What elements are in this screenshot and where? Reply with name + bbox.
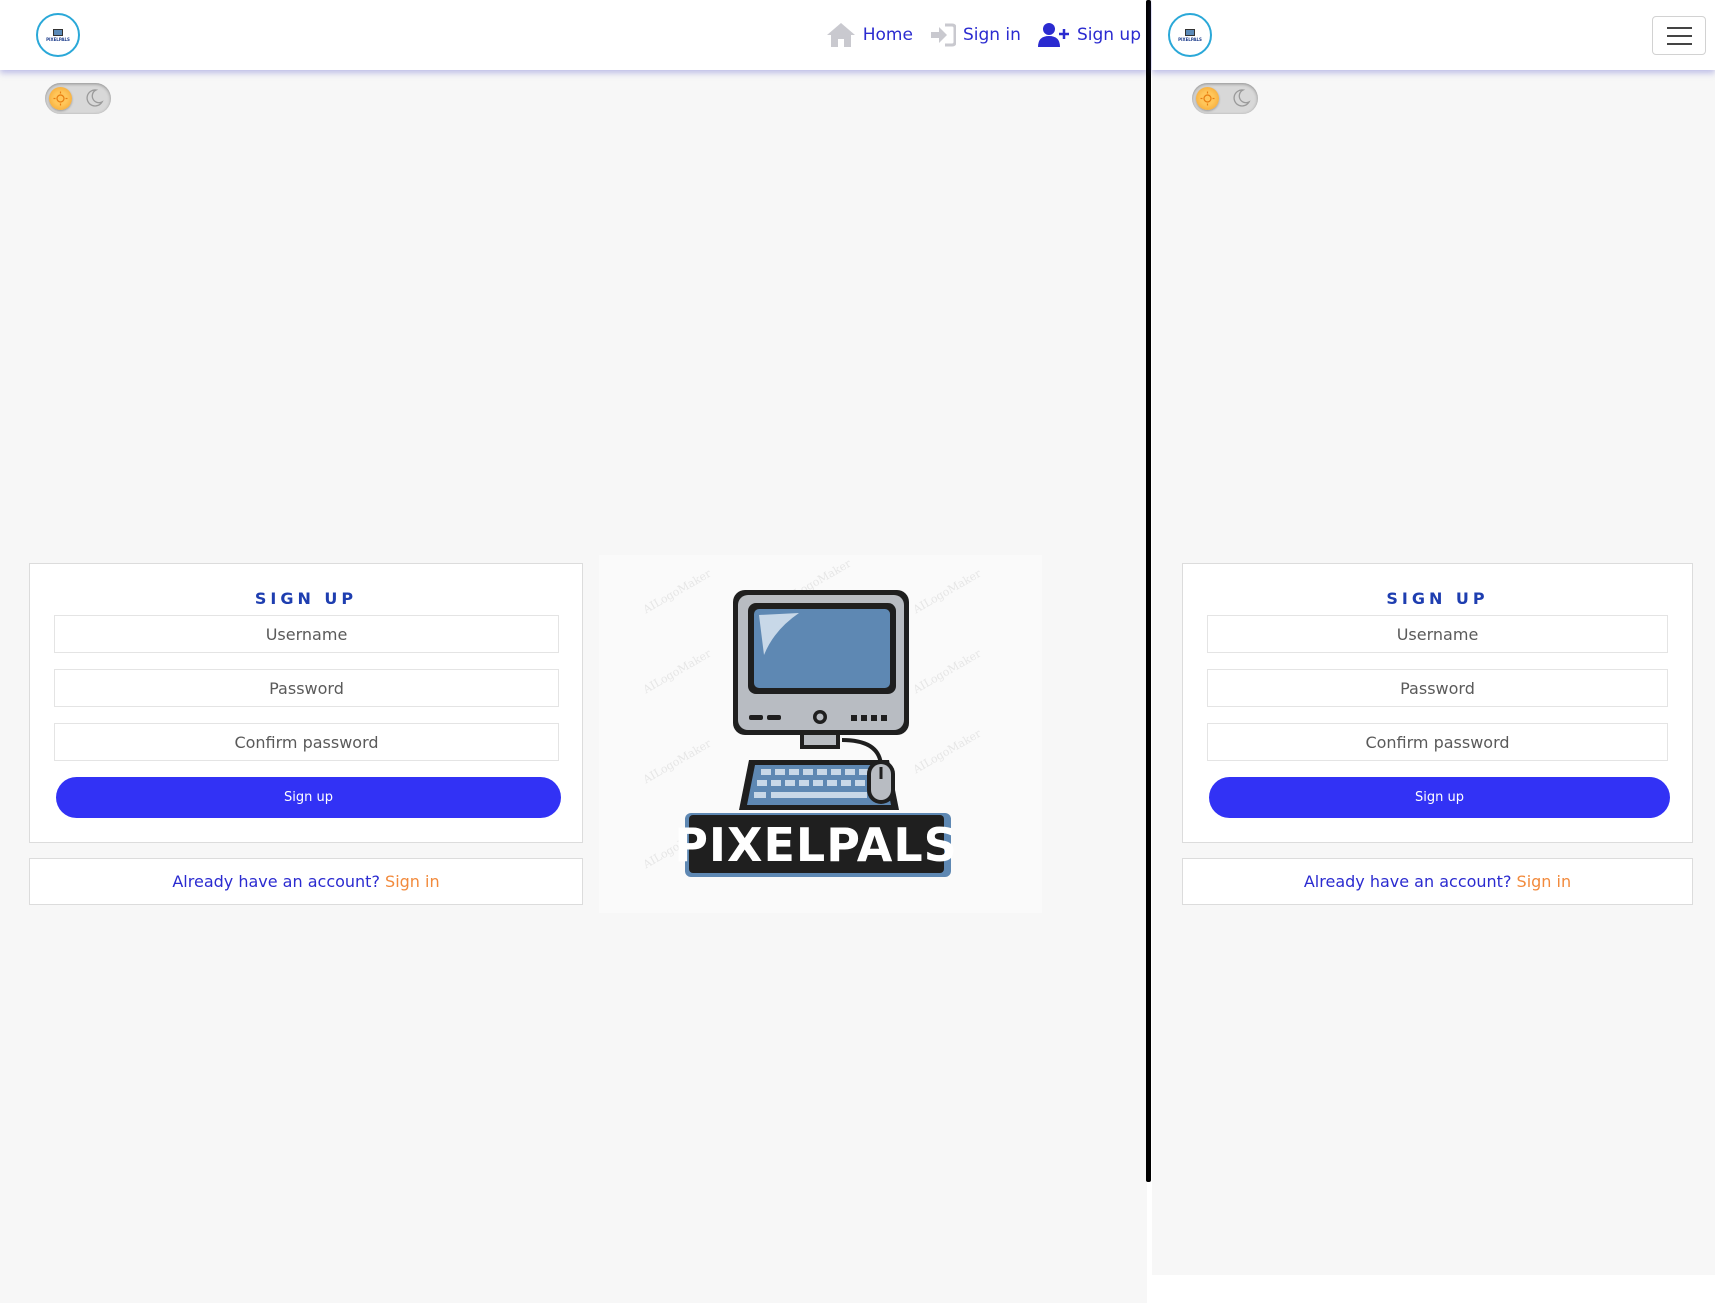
theme-toggle[interactable] — [1192, 83, 1258, 114]
moon-icon — [1233, 89, 1251, 107]
nav-signin-label: Sign in — [962, 25, 1021, 45]
navbar: PIXELPALS Home Sign in Sign up — [0, 0, 1147, 70]
signup-submit-button[interactable]: Sign up — [1209, 777, 1670, 818]
confirm-password-input[interactable] — [54, 723, 559, 761]
nav-home-label: Home — [862, 25, 913, 45]
signup-card: SIGN UP Sign up — [1182, 563, 1693, 843]
moon-icon — [86, 89, 104, 107]
signup-title: SIGN UP — [254, 589, 358, 608]
brand-logo[interactable]: PIXELPALS — [1168, 13, 1212, 57]
brand-logo[interactable]: PIXELPALS — [36, 13, 80, 57]
signin-prompt: Already have an account? Sign in — [1183, 872, 1692, 891]
signin-prompt-card: Already have an account? Sign in — [29, 858, 583, 905]
signup-title: SIGN UP — [1386, 589, 1489, 608]
nav-links: Home Sign in Sign up — [809, 19, 1141, 51]
signin-prompt-text: Already have an account? — [172, 872, 380, 891]
navbar: PIXELPALS — [1152, 0, 1715, 70]
signin-prompt-text: Already have an account? — [1303, 872, 1512, 891]
desktop-view: PIXELPALS Home Sign in Sign up SIGN UP U… — [0, 0, 1147, 1303]
logo-computer-icon — [53, 28, 63, 36]
hamburger-menu-button[interactable] — [1652, 16, 1706, 55]
brand-image: AILogoMaker AILogoMaker AILogoMaker AILo… — [599, 555, 1042, 913]
menu-icon-bar — [1666, 42, 1692, 45]
nav-signin-link[interactable]: Sign in — [930, 23, 1021, 47]
sun-icon — [1196, 87, 1219, 110]
signin-link[interactable]: Sign in — [385, 872, 440, 891]
password-input[interactable] — [54, 669, 559, 707]
nav-signup-link[interactable]: Sign up — [1037, 22, 1141, 48]
sun-icon — [49, 87, 72, 110]
pixelpals-illustration: PIXELPALS — [674, 590, 958, 877]
username-input[interactable] — [1207, 615, 1668, 653]
signin-link[interactable]: Sign in — [1517, 872, 1572, 891]
menu-icon-bar — [1666, 26, 1692, 29]
logo-text: PIXELPALS — [1178, 36, 1202, 42]
signin-prompt-card: Already have an account? Sign in — [1182, 858, 1693, 905]
sign-in-icon — [930, 23, 956, 47]
signup-card: SIGN UP Sign up — [29, 563, 583, 843]
user-plus-icon — [1037, 22, 1070, 48]
password-input[interactable] — [1207, 669, 1668, 707]
logo-computer-icon — [1185, 28, 1195, 36]
mobile-view: PIXELPALS SIGN UP Sign up Already have a… — [1152, 0, 1715, 1275]
brand-image-text: PIXELPALS — [674, 818, 958, 872]
theme-toggle[interactable] — [45, 83, 111, 114]
confirm-password-input[interactable] — [1207, 723, 1668, 761]
view-divider — [1146, 0, 1151, 1182]
signup-submit-button[interactable]: Sign up — [56, 777, 561, 818]
nav-signup-label: Sign up — [1076, 25, 1141, 45]
nav-home-link[interactable]: Home — [826, 22, 913, 48]
logo-text: PIXELPALS — [46, 36, 70, 42]
username-input[interactable] — [54, 615, 559, 653]
menu-icon-bar — [1666, 34, 1692, 37]
signin-prompt: Already have an account? Sign in — [30, 872, 582, 891]
home-icon — [826, 22, 856, 48]
